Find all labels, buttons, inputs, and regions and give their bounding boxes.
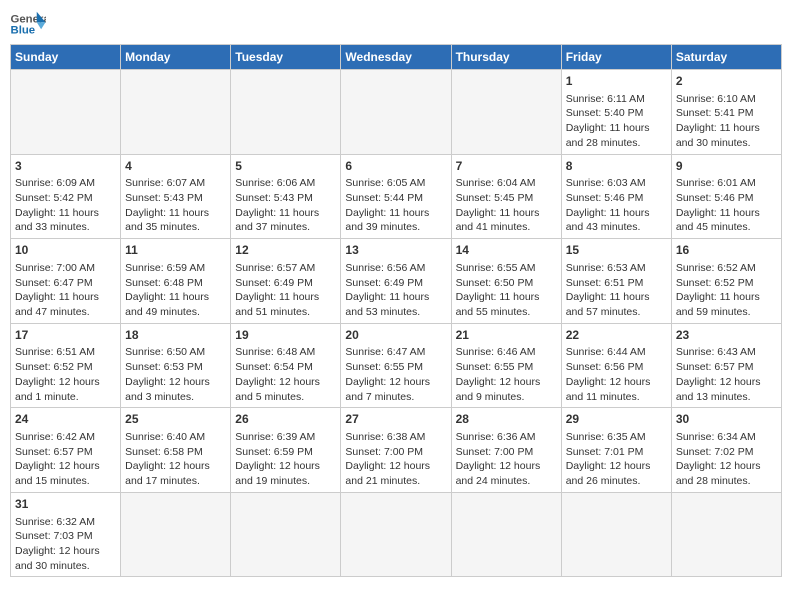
calendar-cell: 10Sunrise: 7:00 AMSunset: 6:47 PMDayligh… (11, 239, 121, 324)
day-number: 19 (235, 327, 336, 344)
day-header-tuesday: Tuesday (231, 45, 341, 70)
day-number: 8 (566, 158, 667, 175)
day-number: 16 (676, 242, 777, 259)
calendar-week-6: 31Sunrise: 6:32 AMSunset: 7:03 PMDayligh… (11, 492, 782, 577)
day-number: 2 (676, 73, 777, 90)
day-number: 20 (345, 327, 446, 344)
calendar-cell (231, 70, 341, 155)
calendar-cell (671, 492, 781, 577)
calendar-cell: 22Sunrise: 6:44 AMSunset: 6:56 PMDayligh… (561, 323, 671, 408)
calendar-cell (231, 492, 341, 577)
day-number: 25 (125, 411, 226, 428)
calendar-header-row: SundayMondayTuesdayWednesdayThursdayFrid… (11, 45, 782, 70)
calendar-cell: 30Sunrise: 6:34 AMSunset: 7:02 PMDayligh… (671, 408, 781, 493)
day-number: 28 (456, 411, 557, 428)
calendar-cell: 19Sunrise: 6:48 AMSunset: 6:54 PMDayligh… (231, 323, 341, 408)
calendar-cell: 6Sunrise: 6:05 AMSunset: 5:44 PMDaylight… (341, 154, 451, 239)
day-number: 30 (676, 411, 777, 428)
day-number: 21 (456, 327, 557, 344)
day-header-friday: Friday (561, 45, 671, 70)
svg-text:Blue: Blue (11, 25, 36, 37)
calendar-cell: 14Sunrise: 6:55 AMSunset: 6:50 PMDayligh… (451, 239, 561, 324)
header: General Blue (10, 10, 782, 38)
calendar-cell: 3Sunrise: 6:09 AMSunset: 5:42 PMDaylight… (11, 154, 121, 239)
calendar-cell: 1Sunrise: 6:11 AMSunset: 5:40 PMDaylight… (561, 70, 671, 155)
calendar-table: SundayMondayTuesdayWednesdayThursdayFrid… (10, 44, 782, 577)
calendar-cell: 8Sunrise: 6:03 AMSunset: 5:46 PMDaylight… (561, 154, 671, 239)
calendar-cell: 31Sunrise: 6:32 AMSunset: 7:03 PMDayligh… (11, 492, 121, 577)
day-header-sunday: Sunday (11, 45, 121, 70)
day-number: 27 (345, 411, 446, 428)
logo: General Blue (10, 10, 46, 38)
calendar-cell: 25Sunrise: 6:40 AMSunset: 6:58 PMDayligh… (121, 408, 231, 493)
calendar-cell: 26Sunrise: 6:39 AMSunset: 6:59 PMDayligh… (231, 408, 341, 493)
day-number: 31 (15, 496, 116, 513)
calendar-cell (561, 492, 671, 577)
calendar-cell: 5Sunrise: 6:06 AMSunset: 5:43 PMDaylight… (231, 154, 341, 239)
day-number: 26 (235, 411, 336, 428)
day-number: 5 (235, 158, 336, 175)
day-header-wednesday: Wednesday (341, 45, 451, 70)
day-number: 9 (676, 158, 777, 175)
generalblue-logo-icon: General Blue (10, 10, 46, 38)
calendar-cell: 16Sunrise: 6:52 AMSunset: 6:52 PMDayligh… (671, 239, 781, 324)
calendar-cell: 11Sunrise: 6:59 AMSunset: 6:48 PMDayligh… (121, 239, 231, 324)
day-number: 15 (566, 242, 667, 259)
day-number: 11 (125, 242, 226, 259)
calendar-week-1: 1Sunrise: 6:11 AMSunset: 5:40 PMDaylight… (11, 70, 782, 155)
day-number: 18 (125, 327, 226, 344)
calendar-week-3: 10Sunrise: 7:00 AMSunset: 6:47 PMDayligh… (11, 239, 782, 324)
calendar-cell: 9Sunrise: 6:01 AMSunset: 5:46 PMDaylight… (671, 154, 781, 239)
calendar-cell (121, 70, 231, 155)
calendar-cell: 24Sunrise: 6:42 AMSunset: 6:57 PMDayligh… (11, 408, 121, 493)
calendar-cell (341, 70, 451, 155)
calendar-cell: 20Sunrise: 6:47 AMSunset: 6:55 PMDayligh… (341, 323, 451, 408)
calendar-cell: 15Sunrise: 6:53 AMSunset: 6:51 PMDayligh… (561, 239, 671, 324)
calendar-cell (451, 492, 561, 577)
calendar-cell: 13Sunrise: 6:56 AMSunset: 6:49 PMDayligh… (341, 239, 451, 324)
calendar-cell: 21Sunrise: 6:46 AMSunset: 6:55 PMDayligh… (451, 323, 561, 408)
calendar-cell: 2Sunrise: 6:10 AMSunset: 5:41 PMDaylight… (671, 70, 781, 155)
day-header-thursday: Thursday (451, 45, 561, 70)
calendar-cell (341, 492, 451, 577)
calendar-cell: 28Sunrise: 6:36 AMSunset: 7:00 PMDayligh… (451, 408, 561, 493)
day-number: 10 (15, 242, 116, 259)
day-header-saturday: Saturday (671, 45, 781, 70)
calendar-week-2: 3Sunrise: 6:09 AMSunset: 5:42 PMDaylight… (11, 154, 782, 239)
day-number: 13 (345, 242, 446, 259)
day-number: 17 (15, 327, 116, 344)
day-number: 1 (566, 73, 667, 90)
calendar-cell (11, 70, 121, 155)
day-number: 23 (676, 327, 777, 344)
calendar-cell: 7Sunrise: 6:04 AMSunset: 5:45 PMDaylight… (451, 154, 561, 239)
calendar-cell (451, 70, 561, 155)
calendar-body: 1Sunrise: 6:11 AMSunset: 5:40 PMDaylight… (11, 70, 782, 577)
day-number: 3 (15, 158, 116, 175)
day-number: 7 (456, 158, 557, 175)
calendar-week-4: 17Sunrise: 6:51 AMSunset: 6:52 PMDayligh… (11, 323, 782, 408)
day-number: 4 (125, 158, 226, 175)
day-number: 14 (456, 242, 557, 259)
calendar-cell: 27Sunrise: 6:38 AMSunset: 7:00 PMDayligh… (341, 408, 451, 493)
day-number: 29 (566, 411, 667, 428)
calendar-week-5: 24Sunrise: 6:42 AMSunset: 6:57 PMDayligh… (11, 408, 782, 493)
day-number: 22 (566, 327, 667, 344)
calendar-cell: 29Sunrise: 6:35 AMSunset: 7:01 PMDayligh… (561, 408, 671, 493)
day-number: 6 (345, 158, 446, 175)
calendar-cell: 18Sunrise: 6:50 AMSunset: 6:53 PMDayligh… (121, 323, 231, 408)
calendar-cell (121, 492, 231, 577)
calendar-cell: 17Sunrise: 6:51 AMSunset: 6:52 PMDayligh… (11, 323, 121, 408)
day-number: 12 (235, 242, 336, 259)
calendar-cell: 12Sunrise: 6:57 AMSunset: 6:49 PMDayligh… (231, 239, 341, 324)
day-header-monday: Monday (121, 45, 231, 70)
day-number: 24 (15, 411, 116, 428)
calendar-cell: 23Sunrise: 6:43 AMSunset: 6:57 PMDayligh… (671, 323, 781, 408)
calendar-cell: 4Sunrise: 6:07 AMSunset: 5:43 PMDaylight… (121, 154, 231, 239)
